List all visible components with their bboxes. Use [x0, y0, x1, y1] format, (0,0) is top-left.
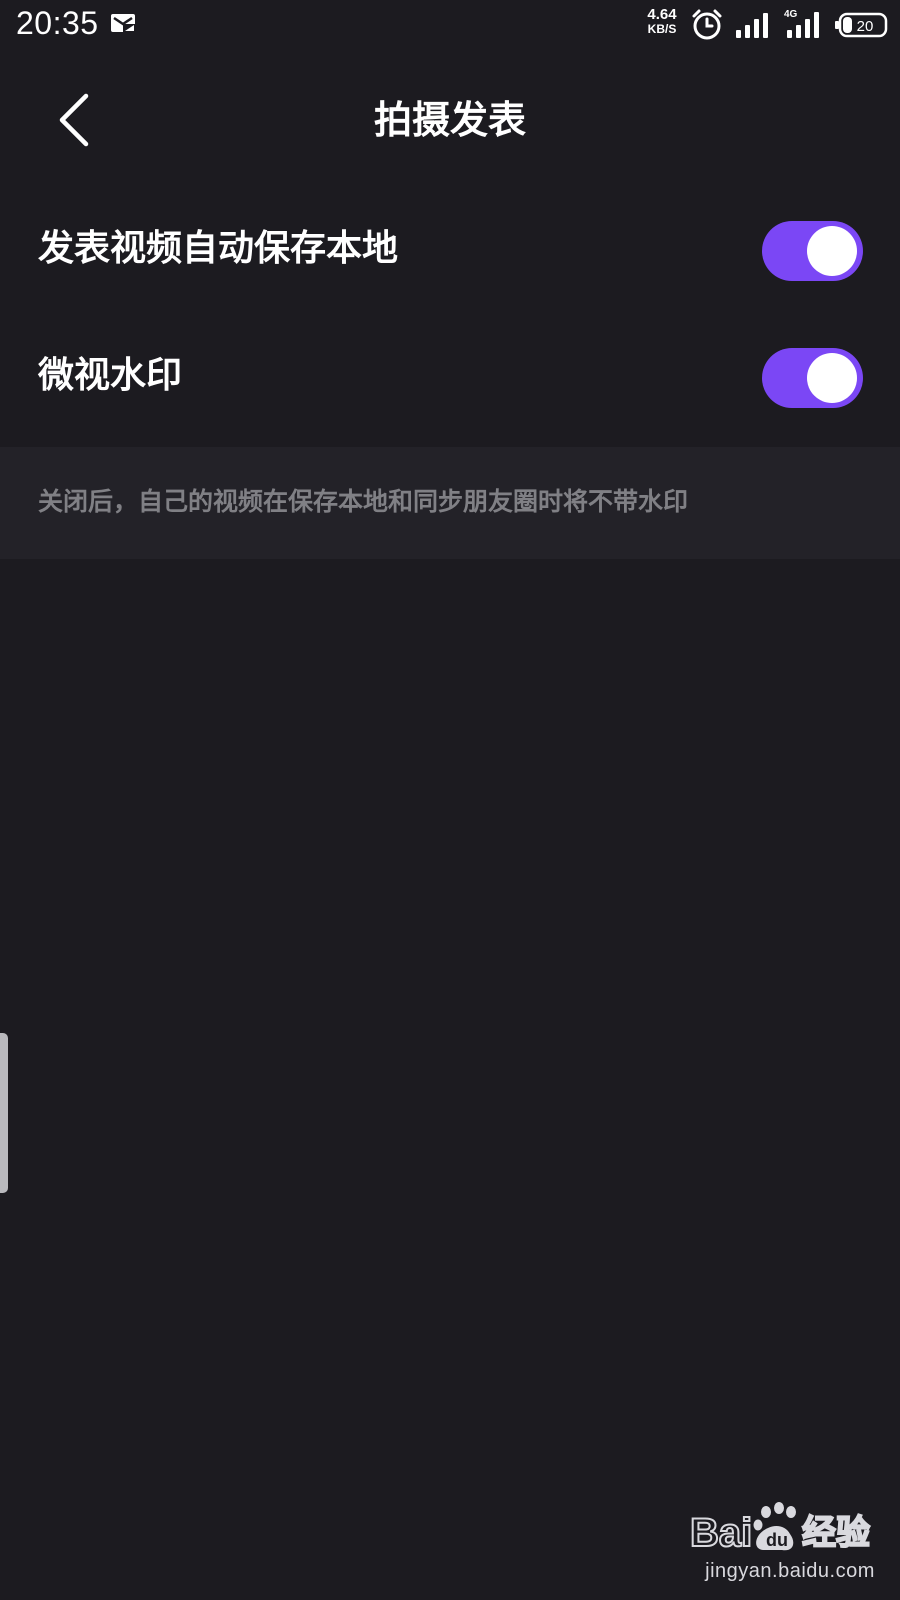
setting-row-watermark: 微视水印 [0, 320, 900, 440]
net-speed: 4.64 KB/S [642, 6, 682, 36]
svg-text:Bai: Bai [690, 1511, 752, 1555]
svg-text:du: du [766, 1530, 788, 1550]
status-bar: 20:35 4.64 KB/S 4G 20 [0, 0, 900, 50]
net-speed-unit: KB/S [647, 22, 677, 36]
network-type-label: 4G [784, 9, 798, 20]
net-speed-value: 4.64 [647, 6, 677, 23]
watermark-toggle[interactable] [762, 348, 863, 408]
setting-label-auto-save: 发表视频自动保存本地 [38, 228, 399, 269]
side-drawer-handle[interactable] [0, 1033, 8, 1193]
setting-label-watermark: 微视水印 [38, 355, 183, 396]
battery-icon: 20 [835, 12, 888, 38]
setting-row-auto-save: 发表视频自动保存本地 [0, 193, 900, 313]
alarm-icon [692, 9, 722, 40]
svg-text:经验: 经验 [802, 1513, 870, 1553]
baidu-logo: Bai du 经验 [690, 1502, 871, 1556]
battery-level: 20 [857, 18, 874, 35]
watermark-url: jingyan.baidu.com [705, 1560, 875, 1582]
baidu-jingyan-watermark: Bai du 经验 jingyan.baidu.com [690, 1498, 890, 1588]
message-icon [111, 14, 135, 32]
auto-save-toggle[interactable] [762, 221, 863, 281]
page-title: 拍摄发表 [373, 98, 526, 142]
toggle-knob [807, 226, 857, 276]
signal-icon [736, 13, 768, 38]
hint-text: 关闭后，自己的视频在保存本地和同步朋友圈时将不带水印 [38, 487, 689, 516]
toggle-knob [807, 353, 857, 403]
hint-panel: 关闭后，自己的视频在保存本地和同步朋友圈时将不带水印 [0, 447, 900, 559]
signal-4g-icon: 4G [784, 9, 819, 38]
status-time: 20:35 [16, 5, 99, 41]
